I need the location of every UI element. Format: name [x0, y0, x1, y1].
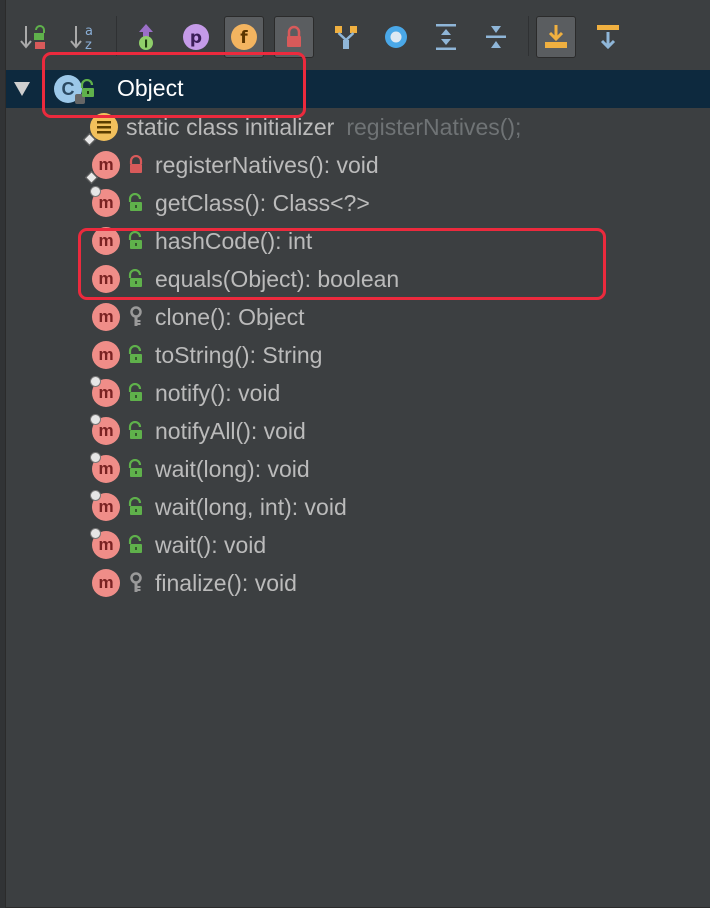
method-icon: m: [92, 341, 120, 369]
override-marker-icon: [90, 186, 101, 197]
sort-alpha-top-letter: a: [85, 24, 93, 39]
method-icon: m: [90, 490, 120, 521]
method-row[interactable]: m notifyAll(): void: [90, 412, 306, 450]
method-glyph: m: [98, 535, 114, 554]
method-label: toString(): String: [155, 341, 323, 368]
protected-key-icon: [127, 306, 145, 328]
method-icon: m: [90, 414, 120, 445]
toolbar-separator: [116, 16, 117, 56]
public-lock-icon: [127, 344, 145, 366]
method-glyph: m: [98, 459, 114, 478]
highlight-box-hashcode-equals: [78, 228, 606, 300]
sort-alphabetically-icon: a z: [70, 24, 93, 52]
field-glyph: f: [240, 28, 248, 48]
expand-all-icon: [436, 24, 456, 50]
public-lock-icon: [127, 534, 145, 556]
sort-alpha-bottom-letter: z: [85, 38, 92, 52]
highlight-box-root: [42, 52, 306, 118]
method-label: getClass(): Class<?>: [155, 189, 370, 216]
override-marker-icon: [90, 414, 101, 425]
method-row[interactable]: m finalize(): void: [92, 564, 297, 602]
static-diamond-icon: [83, 133, 96, 146]
show-fields-icon: f: [231, 24, 257, 50]
initializer-hint: registerNatives();: [346, 113, 522, 140]
public-lock-icon: [127, 458, 145, 480]
override-marker-icon: [90, 376, 101, 387]
method-icon: m: [90, 376, 120, 407]
method-label: registerNatives(): void: [155, 151, 379, 178]
override-marker-icon: [90, 490, 101, 501]
method-label: notify(): void: [155, 379, 281, 406]
method-icon: m: [92, 303, 120, 331]
method-label: notifyAll(): void: [155, 417, 306, 444]
method-glyph: m: [98, 193, 114, 212]
native-diamond-icon: [85, 171, 98, 184]
autoscroll-from-source-button[interactable]: [588, 16, 628, 58]
method-icon: m: [92, 569, 120, 597]
method-label: finalize(): void: [155, 569, 297, 596]
method-icon: m: [85, 151, 120, 184]
show-properties-icon: p: [183, 24, 209, 50]
method-row[interactable]: m getClass(): Class<?>: [90, 184, 370, 222]
property-glyph: p: [190, 28, 202, 48]
method-label: wait(): void: [155, 531, 267, 558]
show-lambdas-button[interactable]: [326, 16, 366, 58]
protected-key-icon: [127, 572, 145, 594]
expand-all-button[interactable]: [426, 16, 466, 58]
sort-by-visibility-icon: [20, 25, 45, 49]
ring-icon: [385, 26, 407, 48]
method-label: clone(): Object: [155, 303, 305, 330]
autoscroll-to-source-button[interactable]: [536, 16, 576, 58]
public-lock-icon: [127, 382, 145, 404]
method-row[interactable]: m registerNatives(): void: [85, 146, 379, 184]
method-icon: m: [90, 528, 120, 559]
method-glyph: m: [98, 383, 114, 402]
expand-triangle-icon[interactable]: [14, 82, 30, 96]
lock-icon: [287, 25, 301, 47]
method-glyph: m: [98, 345, 114, 364]
method-glyph: m: [98, 497, 114, 516]
autoscroll-to-source-icon: [545, 25, 567, 48]
collapse-all-button[interactable]: [476, 16, 516, 58]
method-label: wait(long, int): void: [155, 493, 347, 520]
toolbar-separator: [528, 16, 529, 56]
method-row[interactable]: m wait(long, int): void: [90, 488, 347, 526]
show-inherited-icon: I: [139, 24, 153, 51]
public-lock-icon: [127, 420, 145, 442]
method-glyph: m: [98, 155, 114, 174]
method-row[interactable]: m notify(): void: [90, 374, 281, 412]
override-marker-icon: [90, 528, 101, 539]
public-lock-icon: [127, 496, 145, 518]
method-glyph: m: [98, 307, 114, 326]
inherited-glyph: I: [144, 38, 148, 51]
private-lock-icon: [127, 154, 145, 176]
method-glyph: m: [98, 421, 114, 440]
collapse-all-icon: [486, 26, 506, 48]
method-row[interactable]: m clone(): Object: [92, 298, 305, 336]
fork-icon: [335, 26, 357, 49]
method-icon: m: [90, 452, 120, 483]
method-row[interactable]: m wait(long): void: [90, 450, 310, 488]
method-row[interactable]: m wait(): void: [90, 526, 267, 564]
structure-tree: C Object static class initializer regist…: [6, 52, 710, 908]
override-marker-icon: [90, 452, 101, 463]
method-row[interactable]: m toString(): String: [92, 336, 322, 374]
public-lock-icon: [127, 192, 145, 214]
method-label: wait(long): void: [155, 455, 310, 482]
show-anonymous-button[interactable]: [376, 16, 416, 58]
autoscroll-from-source-icon: [597, 25, 619, 50]
method-glyph: m: [98, 573, 114, 592]
method-icon: m: [90, 186, 120, 217]
